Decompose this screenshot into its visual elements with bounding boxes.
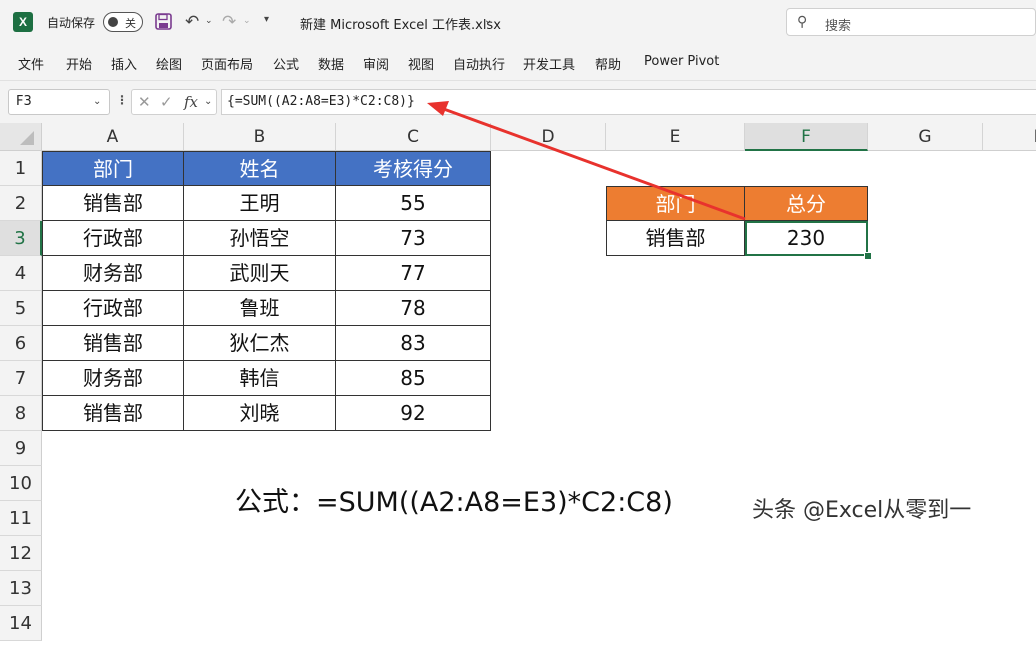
row-header-5[interactable]: 5: [0, 291, 42, 326]
table-cell[interactable]: 73: [336, 221, 491, 256]
chevron-down-icon[interactable]: ⌄: [93, 96, 101, 107]
summary-department-cell[interactable]: 销售部: [606, 221, 745, 256]
row-header-7[interactable]: 7: [0, 361, 42, 396]
table-cell[interactable]: 55: [336, 186, 491, 221]
tab-developer[interactable]: 开发工具: [523, 54, 575, 73]
worksheet-grid[interactable]: A B C D E F G H 1 2 3 4 5 6 7 8 9 10 11 …: [0, 123, 1036, 662]
undo-dropdown-icon[interactable]: ⌄: [205, 16, 213, 26]
tab-view[interactable]: 视图: [408, 54, 434, 73]
redo-icon[interactable]: ↷: [222, 12, 236, 32]
row-header-8[interactable]: 8: [0, 396, 42, 431]
table-cell[interactable]: 销售部: [42, 326, 184, 361]
table-cell[interactable]: 刘晓: [184, 396, 336, 431]
document-title[interactable]: 新建 Microsoft Excel 工作表.xlsx: [300, 14, 501, 33]
table-cell[interactable]: 销售部: [42, 186, 184, 221]
column-header-e[interactable]: E: [606, 123, 745, 151]
select-all-icon: [20, 131, 34, 145]
table-header-name[interactable]: 姓名: [184, 151, 336, 186]
summary-header-total[interactable]: 总分: [745, 186, 868, 221]
excel-logo-icon: X: [13, 12, 33, 32]
column-header-g[interactable]: G: [868, 123, 983, 151]
title-bar: X 自动保存 关 ↶ ⌄ ↷ ⌄ ▾ 新建 Microsoft Excel 工作…: [0, 0, 1036, 44]
table-cell[interactable]: 77: [336, 256, 491, 291]
column-header-c[interactable]: C: [336, 123, 491, 151]
table-cell[interactable]: 行政部: [42, 221, 184, 256]
tab-data[interactable]: 数据: [318, 54, 344, 73]
tab-file[interactable]: 文件: [18, 54, 44, 73]
tab-power-pivot[interactable]: Power Pivot: [644, 54, 719, 69]
autosave-state: 关: [125, 17, 136, 30]
cancel-icon[interactable]: ✕: [138, 93, 151, 111]
table-cell[interactable]: 92: [336, 396, 491, 431]
tab-help[interactable]: 帮助: [595, 54, 621, 73]
row-header-1[interactable]: 1: [0, 151, 42, 186]
formula-buttons: ✕ ✓ fx ⌄: [131, 89, 217, 115]
row-header-13[interactable]: 13: [0, 571, 42, 606]
search-icon: ⚲: [797, 14, 808, 30]
undo-icon[interactable]: ↶: [185, 12, 199, 32]
table-cell[interactable]: 财务部: [42, 361, 184, 396]
table-header-score[interactable]: 考核得分: [336, 151, 491, 186]
search-placeholder: 搜索: [825, 19, 852, 34]
table-header-department[interactable]: 部门: [42, 151, 184, 186]
active-cell-f3[interactable]: 230: [745, 221, 868, 256]
table-cell[interactable]: 狄仁杰: [184, 326, 336, 361]
formula-note: 公式：=SUM((A2:A8=E3)*C2:C8): [235, 487, 673, 518]
table-cell[interactable]: 78: [336, 291, 491, 326]
table-cell[interactable]: 财务部: [42, 256, 184, 291]
fill-handle[interactable]: [864, 252, 872, 260]
column-header-h[interactable]: H: [983, 123, 1036, 151]
table-cell[interactable]: 85: [336, 361, 491, 396]
tab-insert[interactable]: 插入: [111, 54, 137, 73]
toggle-knob: [108, 17, 118, 27]
search-input[interactable]: ⚲ 搜索: [786, 8, 1036, 36]
column-header-f[interactable]: F: [745, 123, 868, 151]
row-header-10[interactable]: 10: [0, 466, 42, 501]
formula-bar: F3 ⌄ ⋮ ✕ ✓ fx ⌄ {=SUM((A2:A8=E3)*C2:C8)}: [0, 81, 1036, 123]
name-box-value: F3: [16, 94, 32, 109]
tab-formulas[interactable]: 公式: [273, 54, 299, 73]
table-cell[interactable]: 销售部: [42, 396, 184, 431]
table-cell[interactable]: 孙悟空: [184, 221, 336, 256]
table-cell[interactable]: 83: [336, 326, 491, 361]
select-all-corner[interactable]: [0, 123, 42, 151]
more-options-icon[interactable]: ⋮: [116, 93, 128, 107]
watermark: 头条 @Excel从零到一: [752, 498, 972, 523]
table-cell[interactable]: 武则天: [184, 256, 336, 291]
formula-input[interactable]: {=SUM((A2:A8=E3)*C2:C8)}: [221, 89, 1036, 115]
insert-function-icon[interactable]: fx: [184, 93, 198, 111]
row-header-12[interactable]: 12: [0, 536, 42, 571]
customize-toolbar-icon[interactable]: ▾: [264, 14, 269, 25]
save-icon[interactable]: [155, 13, 172, 30]
tab-automate[interactable]: 自动执行: [453, 54, 505, 73]
row-header-2[interactable]: 2: [0, 186, 42, 221]
row-header-6[interactable]: 6: [0, 326, 42, 361]
table-cell[interactable]: 鲁班: [184, 291, 336, 326]
row-header-9[interactable]: 9: [0, 431, 42, 466]
tab-page-layout[interactable]: 页面布局: [201, 54, 253, 73]
autosave-label: 自动保存: [47, 16, 96, 30]
name-box[interactable]: F3 ⌄: [8, 89, 110, 115]
autosave-toggle[interactable]: 关: [103, 12, 143, 32]
table-cell[interactable]: 行政部: [42, 291, 184, 326]
redo-dropdown-icon[interactable]: ⌄: [243, 16, 251, 26]
chevron-down-icon[interactable]: ⌄: [204, 96, 212, 107]
row-header-4[interactable]: 4: [0, 256, 42, 291]
table-cell[interactable]: 韩信: [184, 361, 336, 396]
column-header-a[interactable]: A: [42, 123, 184, 151]
tab-draw[interactable]: 绘图: [156, 54, 182, 73]
tab-review[interactable]: 审阅: [363, 54, 389, 73]
ribbon-tabs: 文件 开始 插入 绘图 页面布局 公式 数据 审阅 视图 自动执行 开发工具 帮…: [0, 44, 1036, 81]
check-icon[interactable]: ✓: [160, 93, 173, 111]
formula-text: {=SUM((A2:A8=E3)*C2:C8)}: [227, 94, 415, 109]
summary-header-department[interactable]: 部门: [606, 186, 745, 221]
table-cell[interactable]: 王明: [184, 186, 336, 221]
column-header-d[interactable]: D: [491, 123, 606, 151]
row-header-14[interactable]: 14: [0, 606, 42, 641]
column-header-b[interactable]: B: [184, 123, 336, 151]
row-header-3[interactable]: 3: [0, 221, 42, 256]
chevron-down-icon[interactable]: ⌄: [484, 15, 492, 26]
row-header-11[interactable]: 11: [0, 501, 42, 536]
tab-home[interactable]: 开始: [66, 54, 92, 73]
